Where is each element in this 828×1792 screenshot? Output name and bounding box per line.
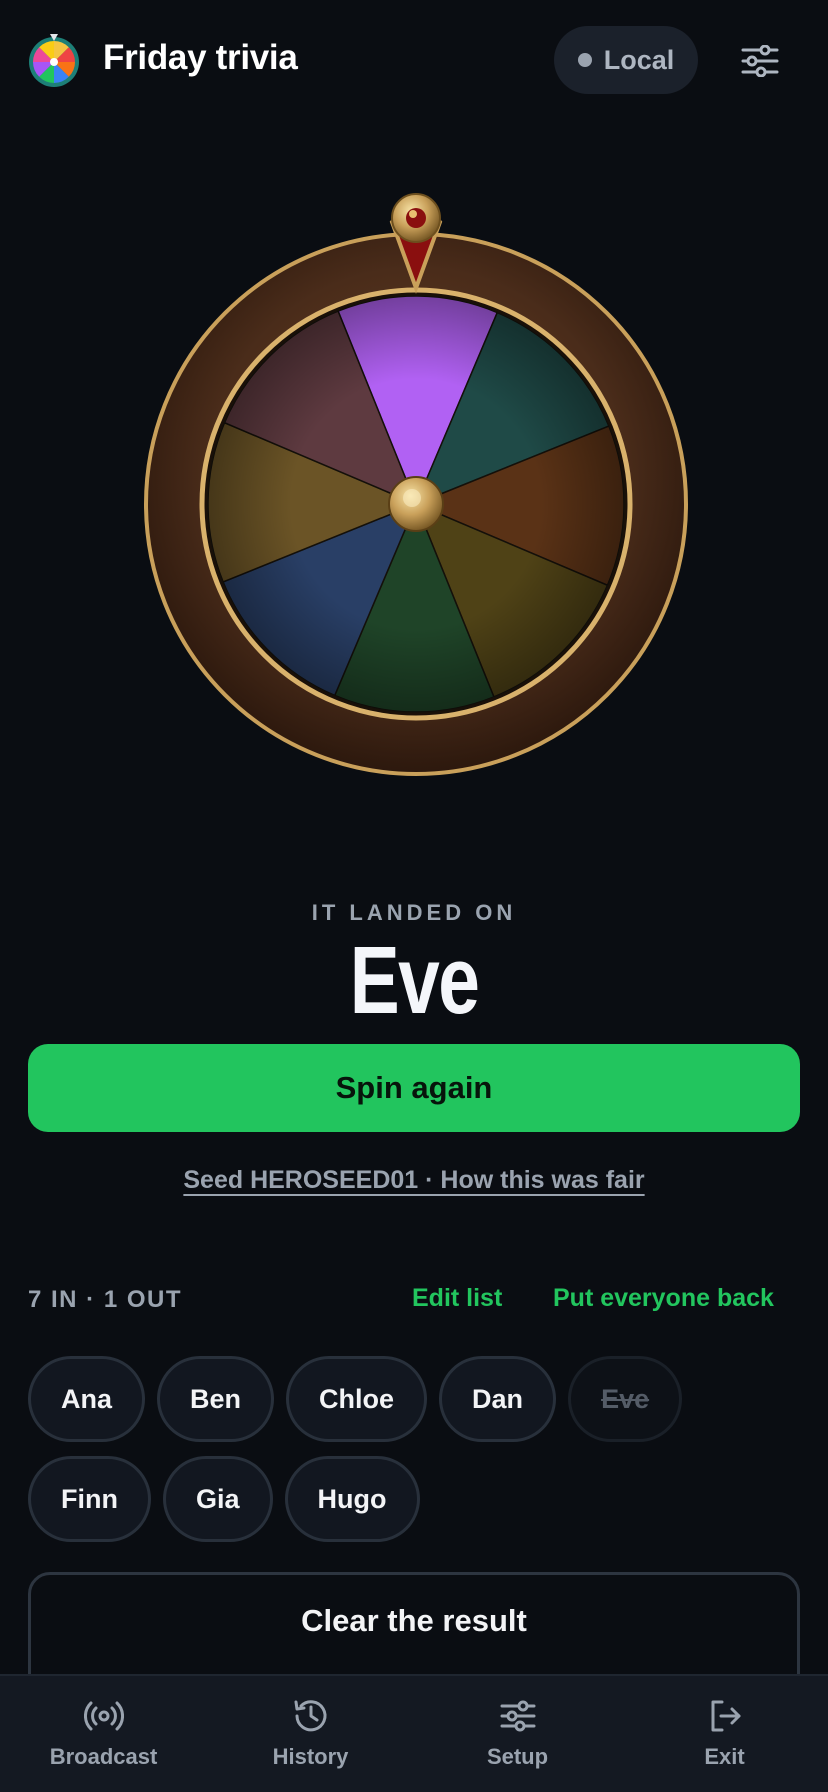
result-name: Eve — [349, 927, 480, 1034]
settings-button[interactable] — [734, 36, 786, 86]
broadcast-icon — [83, 1701, 124, 1731]
nav-label: Exit — [704, 1744, 745, 1769]
mode-toggle[interactable]: Local — [554, 26, 698, 94]
person-chip[interactable]: Hugo — [284, 1456, 420, 1542]
exit-icon — [711, 1700, 740, 1732]
sliders-icon — [741, 45, 779, 77]
seed-fairness-link[interactable]: Seed HEROSEED01 · How this was fair — [183, 1166, 644, 1194]
history-icon — [294, 1700, 326, 1732]
status-dot-icon — [577, 53, 592, 67]
mode-label: Local — [603, 44, 675, 75]
person-chip[interactable]: Dan — [439, 1356, 557, 1442]
nav-label: Setup — [486, 1744, 549, 1769]
roster-count: 7 IN · 1 OUT — [28, 1286, 183, 1313]
nav-history[interactable]: History — [207, 1676, 414, 1792]
person-chip[interactable]: Gia — [162, 1456, 273, 1542]
result-caption: IT LANDED ON — [311, 900, 517, 925]
person-chip[interactable]: Eve — [568, 1356, 683, 1442]
seed-fairness-link-row: Seed HEROSEED01 · How this was fair — [0, 1166, 828, 1195]
person-chip[interactable]: Finn — [28, 1456, 151, 1542]
nav-setup[interactable]: Setup — [414, 1676, 621, 1792]
roster-chips: Ana Ben Chloe Dan Eve Finn Gia Hugo — [28, 1356, 798, 1542]
bottom-nav: Broadcast History Setup Exit — [0, 1674, 828, 1792]
spin-again-button[interactable]: Spin again — [28, 1044, 800, 1132]
app-header: Friday trivia Local — [0, 0, 828, 120]
nav-label: Broadcast — [49, 1744, 158, 1769]
nav-broadcast[interactable]: Broadcast — [0, 1676, 207, 1792]
nav-label: History — [272, 1744, 349, 1769]
app-title: Friday trivia — [103, 38, 298, 77]
put-everyone-back-button[interactable]: Put everyone back — [553, 1284, 774, 1313]
edit-list-button[interactable]: Edit list — [412, 1284, 502, 1313]
sliders-icon — [500, 1700, 535, 1732]
nav-exit[interactable]: Exit — [621, 1676, 828, 1792]
spin-wheel[interactable] — [134, 182, 694, 782]
person-chip[interactable]: Ben — [157, 1356, 275, 1442]
person-chip[interactable]: Chloe — [286, 1356, 428, 1442]
wheel-logo-icon — [29, 34, 79, 87]
wheel-graphic — [144, 193, 688, 776]
person-chip[interactable]: Ana — [28, 1356, 146, 1442]
